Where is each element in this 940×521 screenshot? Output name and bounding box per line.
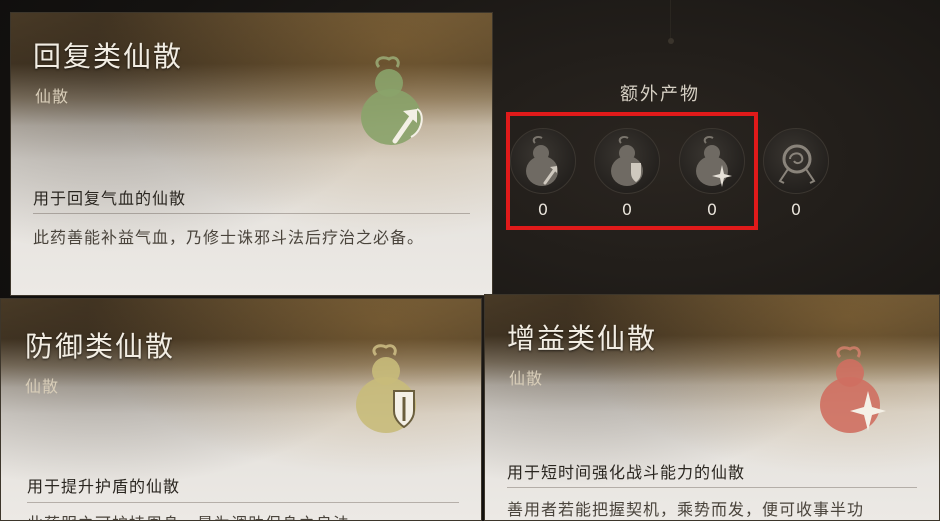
card-description: 此药服之可护持周身，最为调助保身之良法 [27, 511, 463, 520]
gourd-green-arrow-icon [351, 53, 437, 149]
swirl-medallion-icon [778, 144, 816, 184]
card-description-title: 用于回复气血的仙散 [33, 189, 187, 208]
buff-powder-card: 增益类仙散 仙散 用于短时间强化战斗能力的仙散 善用者若能把握契机，乘势而发，便… [484, 294, 940, 521]
hanging-line [670, 0, 671, 40]
highlight-box [506, 112, 758, 230]
card-description: 此药善能补益气血，乃修士诛邪斗法后疗治之必备。 [33, 228, 425, 247]
divider [33, 213, 470, 214]
divider [507, 487, 917, 488]
card-title: 防御类仙散 [25, 330, 176, 363]
card-title: 回复类仙散 [33, 40, 184, 73]
slot-count: 0 [790, 200, 802, 219]
card-subtitle: 仙散 [35, 87, 70, 106]
extra-products-title: 额外产物 [620, 84, 700, 105]
divider [27, 502, 459, 503]
card-subtitle: 仙散 [509, 369, 544, 388]
card-description-title: 用于短时间强化战斗能力的仙散 [507, 463, 746, 482]
extra-slot-medallion[interactable] [763, 128, 829, 194]
card-description: 善用者若能把握契机，乘势而发，便可收事半功 [507, 500, 865, 519]
hanging-ornament [668, 38, 674, 44]
card-description-title: 用于提升护盾的仙散 [27, 477, 181, 496]
gourd-red-star-icon [810, 343, 896, 439]
gourd-yellow-shield-icon [346, 341, 432, 437]
card-title: 增益类仙散 [507, 322, 658, 355]
card-subtitle: 仙散 [25, 377, 60, 396]
restore-powder-card: 回复类仙散 仙散 用于回复气血的仙散 此药善能补益气血，乃修士诛邪斗法后疗治之必… [10, 12, 493, 296]
defense-powder-card: 防御类仙散 仙散 用于提升护盾的仙散 此药服之可护持周身，最为调助保身之良法 [0, 298, 482, 521]
